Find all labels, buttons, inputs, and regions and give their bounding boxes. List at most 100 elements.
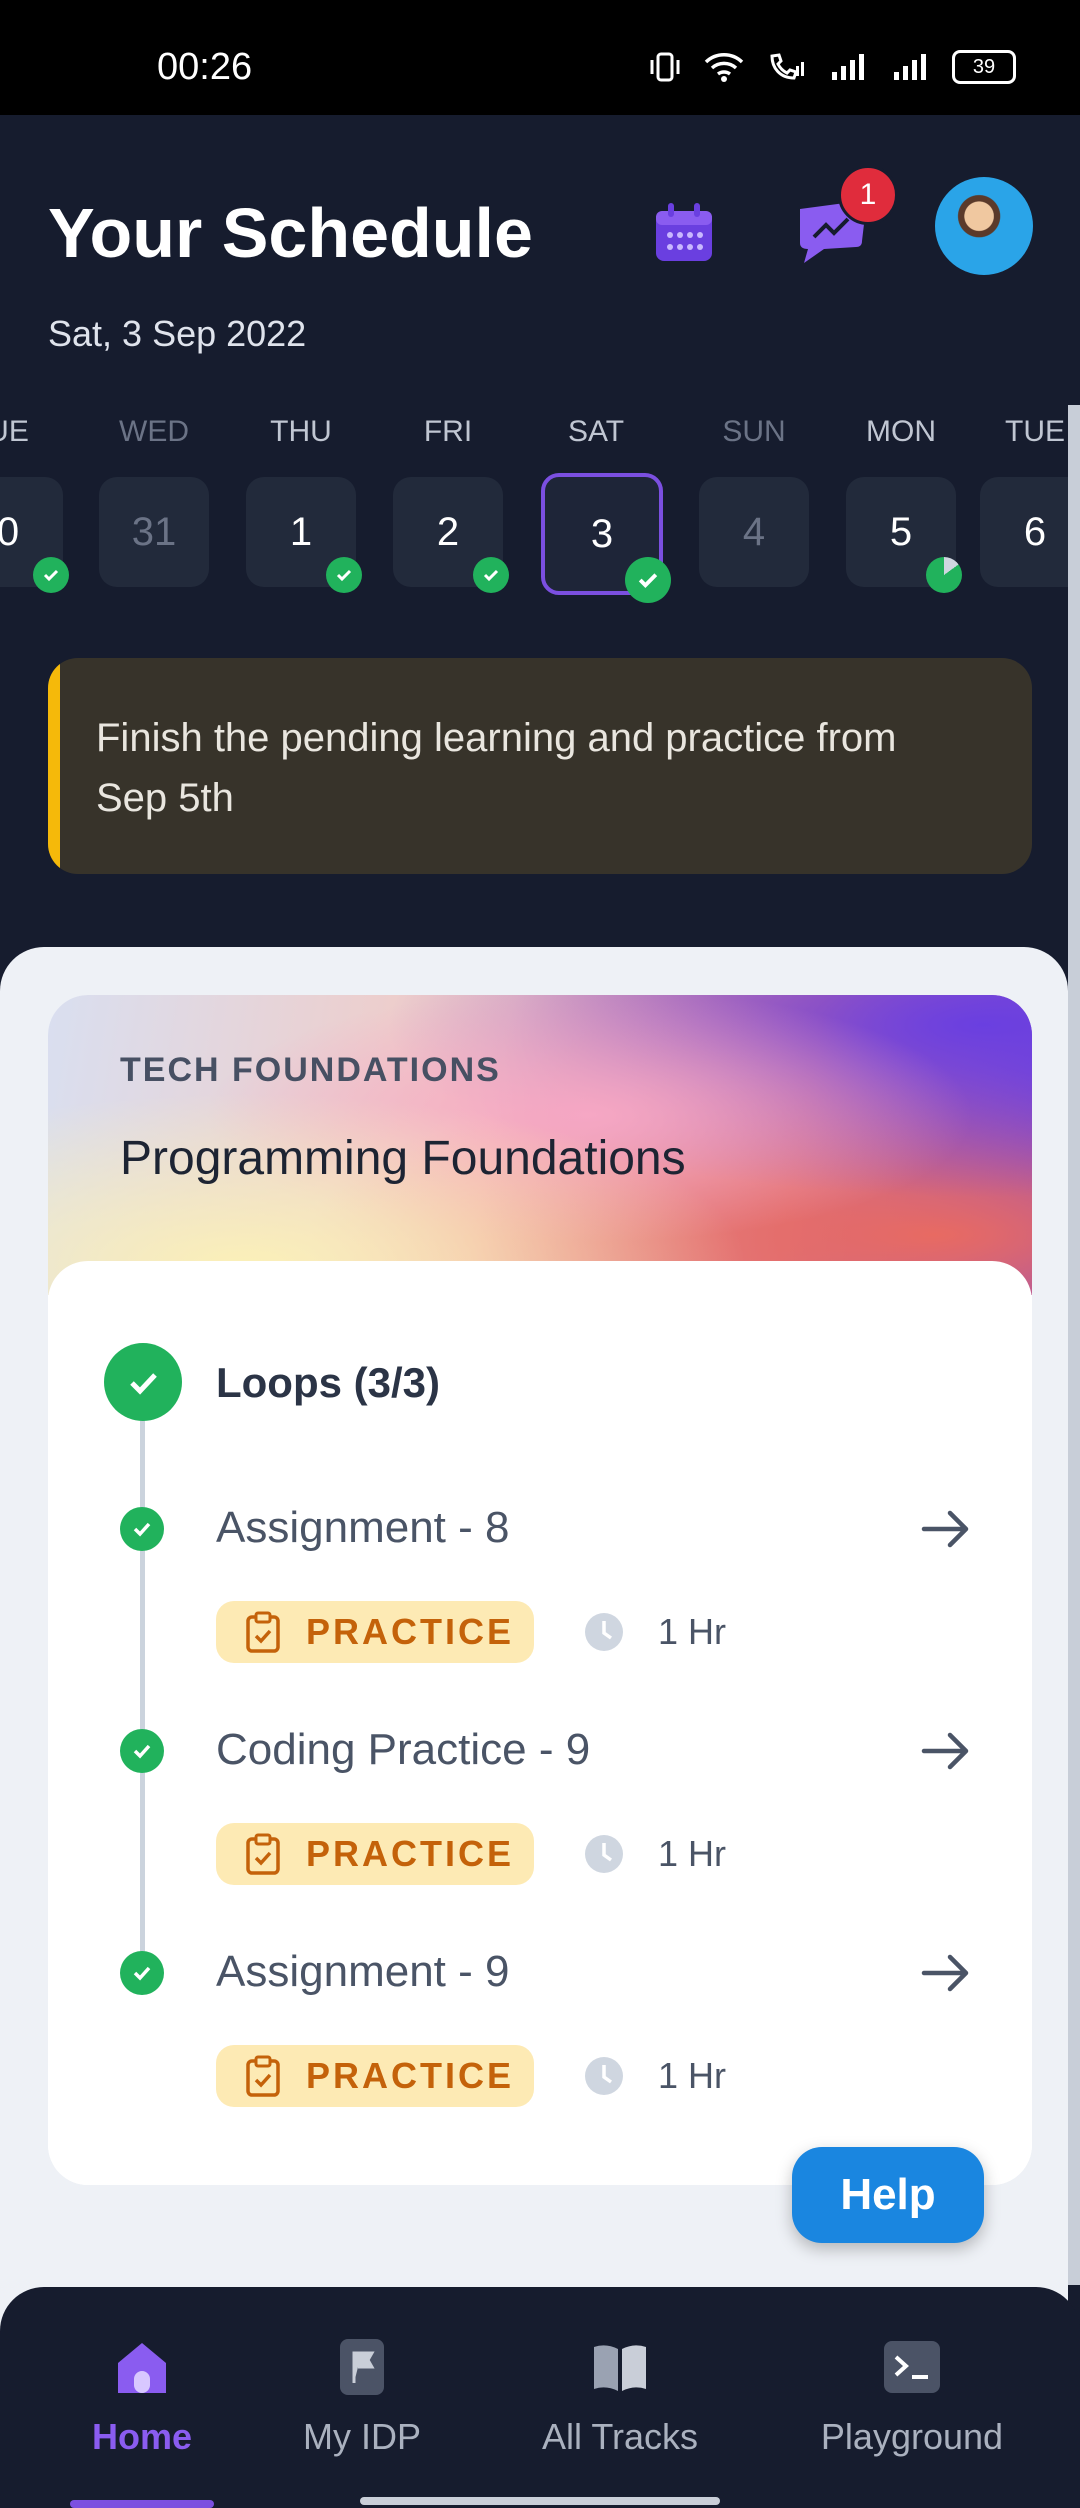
terminal-icon bbox=[884, 2341, 940, 2393]
status-time: 00:26 bbox=[157, 46, 253, 88]
topic-title: Loops (3/3) bbox=[216, 1359, 441, 1406]
scrollbar[interactable] bbox=[1068, 405, 1080, 2285]
pending-notice: Finish the pending learning and practice… bbox=[48, 658, 1032, 874]
day-item[interactable]: SUN 4 bbox=[699, 415, 809, 587]
arrow-right-icon[interactable] bbox=[918, 1501, 974, 1557]
status-icons: 39 bbox=[648, 50, 1016, 84]
notification-badge: 1 bbox=[838, 165, 898, 225]
flag-document-icon bbox=[340, 2339, 384, 2395]
day-number: 6 bbox=[1023, 509, 1047, 554]
item-duration: 1 Hr bbox=[658, 1833, 727, 1874]
item-title: Assignment - 9 bbox=[216, 1947, 510, 1996]
item-duration: 1 Hr bbox=[658, 1611, 727, 1652]
clipboard-check-icon bbox=[246, 1611, 280, 1653]
list-item[interactable]: Assignment - 8 PRACTICE 1 Hr bbox=[48, 1497, 1032, 1697]
day-complete-check-icon bbox=[473, 557, 509, 593]
day-number-box[interactable]: 3 bbox=[541, 473, 671, 603]
practice-tag: PRACTICE bbox=[216, 1601, 534, 1663]
day-complete-check-icon bbox=[625, 557, 671, 603]
course-card: TECH FOUNDATIONS Programming Foundations… bbox=[48, 995, 1032, 2185]
nav-item-home[interactable]: Home bbox=[72, 2337, 212, 2458]
notice-accent-bar bbox=[48, 658, 60, 874]
day-number: 3 bbox=[590, 511, 614, 556]
page-title: Your Schedule bbox=[48, 194, 533, 272]
day-number-box[interactable]: 6 bbox=[980, 477, 1080, 587]
clock-icon bbox=[585, 1835, 623, 1873]
list-item[interactable]: Assignment - 9 PRACTICE 1 Hr bbox=[48, 1941, 1032, 2141]
status-bar: 00:26 39 bbox=[0, 0, 1080, 115]
item-complete-check-icon bbox=[120, 1951, 164, 1995]
nav-item-all-tracks[interactable]: All Tracks bbox=[530, 2337, 710, 2458]
current-date: Sat, 3 Sep 2022 bbox=[48, 313, 307, 354]
course-card-header: TECH FOUNDATIONS Programming Foundations bbox=[48, 995, 1032, 1295]
day-label: FRI bbox=[423, 415, 473, 448]
day-number: 4 bbox=[742, 509, 766, 554]
day-number-box[interactable]: 5 bbox=[846, 477, 962, 593]
item-duration: 1 Hr bbox=[658, 2055, 727, 2096]
nav-item-playground[interactable]: Playground bbox=[812, 2337, 1012, 2458]
day-item-selected[interactable]: SAT 3 bbox=[541, 415, 671, 603]
day-item[interactable]: WED 31 bbox=[99, 415, 209, 587]
clock-icon bbox=[585, 2057, 623, 2095]
avatar[interactable] bbox=[935, 177, 1033, 275]
nav-item-my-idp[interactable]: My IDP bbox=[292, 2337, 432, 2458]
day-label: SUN bbox=[722, 415, 786, 448]
day-label: SAT bbox=[567, 415, 625, 448]
gesture-home-bar[interactable] bbox=[360, 2497, 720, 2505]
practice-tag-label: PRACTICE bbox=[306, 1833, 515, 1874]
day-item[interactable]: MON 5 bbox=[846, 415, 962, 593]
day-complete-check-icon bbox=[326, 557, 362, 593]
topic-complete-check-icon bbox=[104, 1343, 182, 1421]
list-item[interactable]: Coding Practice - 9 PRACTICE 1 Hr bbox=[48, 1719, 1032, 1919]
notice-text: Finish the pending learning and practice… bbox=[96, 716, 897, 820]
help-button[interactable]: Help bbox=[792, 2147, 984, 2243]
day-item[interactable]: FRI 2 bbox=[393, 415, 509, 593]
calendar-icon[interactable] bbox=[652, 201, 716, 265]
day-number: 2 bbox=[436, 509, 460, 554]
day-item[interactable]: TUE 6 bbox=[980, 415, 1080, 587]
vibrate-icon bbox=[650, 52, 680, 82]
arrow-right-icon[interactable] bbox=[918, 1945, 974, 2001]
day-number-box[interactable]: 2 bbox=[393, 477, 509, 593]
item-complete-check-icon bbox=[120, 1507, 164, 1551]
week-day-strip[interactable]: UE 0 WED 31 THU 1 FRI 2 SAT 3 bbox=[0, 415, 1080, 615]
item-title: Assignment - 8 bbox=[216, 1503, 510, 1552]
day-label: WED bbox=[119, 415, 189, 448]
practice-tag-label: PRACTICE bbox=[306, 2055, 515, 2096]
day-number: 0 bbox=[0, 509, 20, 554]
day-complete-check-icon bbox=[33, 557, 69, 593]
day-number-box[interactable]: 0 bbox=[0, 477, 69, 593]
day-number: 31 bbox=[131, 509, 177, 554]
practice-tag: PRACTICE bbox=[216, 2045, 534, 2107]
day-number-box[interactable]: 1 bbox=[246, 477, 362, 593]
day-label: TUE bbox=[1005, 415, 1065, 448]
course-title: Programming Foundations bbox=[120, 1132, 686, 1185]
day-label: MON bbox=[866, 415, 936, 448]
day-progress-icon bbox=[926, 557, 962, 593]
battery-level: 39 bbox=[972, 55, 996, 78]
nav-label: My IDP bbox=[302, 2416, 421, 2457]
clipboard-check-icon bbox=[246, 2055, 280, 2097]
open-book-icon bbox=[594, 2345, 646, 2391]
course-card-body: Loops (3/3) Assignment - 8 PRACTICE 1 Hr… bbox=[48, 1261, 1032, 2185]
item-title: Coding Practice - 9 bbox=[216, 1725, 591, 1774]
day-item[interactable]: THU 1 bbox=[246, 415, 362, 593]
home-icon bbox=[118, 2343, 166, 2393]
bottom-nav: Home My IDP All Tracks Playground bbox=[0, 2287, 1080, 2508]
practice-tag: PRACTICE bbox=[216, 1823, 534, 1885]
day-label: THU bbox=[270, 415, 332, 448]
wifi-call-icon bbox=[770, 53, 804, 80]
day-number: 1 bbox=[289, 509, 313, 554]
clipboard-check-icon bbox=[246, 1833, 280, 1875]
arrow-right-icon[interactable] bbox=[918, 1723, 974, 1779]
clock-icon bbox=[585, 1613, 623, 1651]
nav-label: Home bbox=[91, 2416, 193, 2457]
nav-label: Playground bbox=[820, 2416, 1004, 2457]
signal-icon-1 bbox=[832, 54, 864, 80]
track-name: TECH FOUNDATIONS bbox=[120, 1051, 501, 1089]
active-tab-indicator bbox=[70, 2500, 214, 2508]
day-number-box[interactable]: 31 bbox=[99, 477, 209, 587]
day-number-box[interactable]: 4 bbox=[699, 477, 809, 587]
day-item[interactable]: UE 0 bbox=[0, 415, 69, 593]
nav-label: All Tracks bbox=[541, 2416, 699, 2457]
